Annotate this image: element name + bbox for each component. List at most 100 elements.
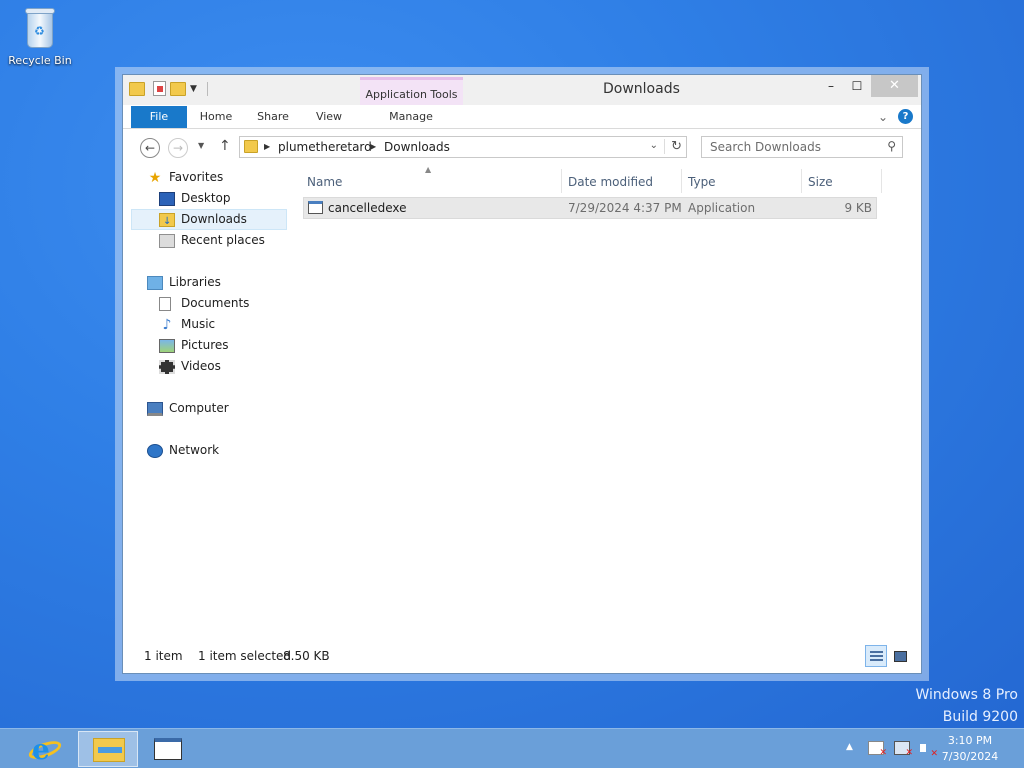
file-date-modified: 7/29/2024 4:37 PM — [568, 201, 682, 215]
minimize-button[interactable]: – — [817, 75, 845, 97]
windows-watermark: Windows 8 Pro Build 9200 — [915, 684, 1018, 728]
title-bar[interactable]: ▼ Application Tools Downloads – ☐ ✕ — [123, 75, 921, 105]
column-header-size[interactable]: Size — [808, 175, 833, 189]
help-icon[interactable]: ? — [898, 109, 913, 124]
column-divider[interactable] — [561, 169, 562, 193]
action-center-flag-icon[interactable] — [868, 741, 887, 758]
nav-item-pictures[interactable]: Pictures — [159, 335, 229, 356]
tab-share[interactable]: Share — [251, 105, 295, 129]
nav-label: Pictures — [181, 338, 229, 352]
column-divider[interactable] — [801, 169, 802, 193]
application-window-icon — [154, 738, 182, 760]
quick-access-toolbar: ▼ — [129, 81, 208, 96]
breadcrumb-downloads[interactable]: Downloads — [384, 140, 450, 154]
nav-label: Recent places — [181, 233, 265, 247]
status-item-count: 1 item — [144, 649, 183, 663]
breadcrumb-user[interactable]: plumetheretard — [278, 140, 372, 154]
nav-item-documents[interactable]: Documents — [159, 293, 249, 314]
nav-item-favorites[interactable]: ★ Favorites — [147, 167, 224, 188]
nav-item-downloads[interactable]: Downloads — [131, 209, 287, 232]
explorer-window: ▼ Application Tools Downloads – ☐ ✕ File… — [122, 74, 922, 674]
tab-manage[interactable]: Manage — [385, 105, 437, 129]
network-icon — [147, 443, 163, 458]
application-file-icon — [308, 201, 323, 214]
nav-item-computer[interactable]: Computer — [147, 398, 229, 419]
watermark-build: Build 9200 — [942, 709, 1018, 725]
watermark-edition: Windows 8 Pro — [915, 687, 1018, 703]
navigation-bar: ← → ▼ ↑ ▶ plumetheretard ▶ Downloads ⌄ ↻… — [123, 130, 921, 164]
taskbar-file-explorer[interactable] — [78, 731, 138, 767]
nav-label: Libraries — [169, 275, 221, 289]
nav-label: Favorites — [169, 170, 224, 184]
back-button[interactable]: ← — [140, 138, 160, 158]
nav-label: Downloads — [181, 212, 247, 226]
clock-date: 7/30/2024 — [941, 750, 999, 763]
address-bar[interactable]: ▶ plumetheretard ▶ Downloads ⌄ ↻ — [239, 136, 687, 158]
ribbon-controls: ⌄ ? — [878, 109, 913, 124]
details-view-button[interactable] — [865, 645, 887, 667]
documents-icon — [159, 296, 171, 311]
breadcrumb-chevron-icon[interactable]: ▶ — [370, 142, 376, 151]
search-input[interactable]: Search Downloads ⚲ — [701, 136, 903, 158]
nav-item-desktop[interactable]: Desktop — [159, 188, 231, 209]
show-hidden-icons-chevron-icon[interactable]: ▲ — [846, 742, 853, 752]
recycle-bin-icon: ♻ — [23, 6, 57, 50]
status-selection-size: 8.50 KB — [283, 649, 330, 663]
nav-item-videos[interactable]: Videos — [159, 356, 221, 377]
address-history-chevron-icon[interactable]: ⌄ — [650, 140, 658, 151]
downloads-folder-icon — [159, 211, 175, 232]
nav-label: Desktop — [181, 191, 231, 205]
breadcrumb-chevron-icon[interactable]: ▶ — [264, 142, 270, 151]
file-size: 9 KB — [844, 201, 872, 215]
new-folder-icon[interactable] — [170, 81, 186, 96]
column-header-date-modified[interactable]: Date modified — [568, 175, 653, 189]
customize-qat-chevron-icon[interactable]: ▼ — [190, 84, 197, 94]
taskbar: e ▲ 3:10 PM 7/30/2024 — [0, 728, 1024, 768]
sort-ascending-icon: ▲ — [425, 165, 432, 174]
internet-explorer-e-icon: e — [32, 733, 50, 766]
taskbar-internet-explorer[interactable]: e — [18, 731, 76, 767]
nav-label: Documents — [181, 296, 250, 310]
recent-places-icon — [159, 233, 175, 248]
column-divider[interactable] — [681, 169, 682, 193]
nav-item-network[interactable]: Network — [147, 440, 219, 461]
nav-item-libraries[interactable]: Libraries — [147, 272, 221, 293]
network-status-icon[interactable] — [894, 741, 913, 758]
desktop-icon — [159, 191, 175, 206]
search-icon[interactable]: ⚲ — [887, 139, 896, 153]
nav-label: Music — [181, 317, 216, 331]
nav-item-recent-places[interactable]: Recent places — [159, 230, 265, 251]
maximize-button[interactable]: ☐ — [843, 75, 871, 97]
column-divider[interactable] — [881, 169, 882, 193]
refresh-icon[interactable]: ↻ — [664, 139, 682, 154]
nav-label: Computer — [169, 401, 229, 415]
recycle-bin-shortcut[interactable]: ♻ Recycle Bin — [4, 6, 76, 67]
recent-locations-chevron-icon[interactable]: ▼ — [198, 141, 204, 150]
taskbar-clock[interactable]: 3:10 PM 7/30/2024 — [932, 733, 1008, 765]
ribbon-tabs: File Home Share View Manage ⌄ ? — [123, 105, 921, 129]
column-header-name[interactable]: Name — [307, 175, 342, 189]
tab-file[interactable]: File — [131, 106, 187, 128]
computer-icon — [147, 401, 163, 416]
forward-button[interactable]: → — [168, 138, 188, 158]
column-header-type[interactable]: Type — [688, 175, 716, 189]
large-icons-view-button[interactable] — [889, 645, 911, 667]
file-name: cancelledexe — [328, 201, 407, 215]
music-icon: ♪ — [162, 316, 172, 333]
tab-home[interactable]: Home — [193, 105, 239, 129]
tab-view[interactable]: View — [309, 105, 349, 129]
file-explorer-icon — [93, 738, 125, 762]
close-button[interactable]: ✕ — [871, 75, 918, 97]
window-title: Downloads — [603, 81, 680, 97]
file-type: Application — [688, 201, 756, 215]
expand-ribbon-chevron-icon[interactable]: ⌄ — [878, 110, 888, 124]
taskbar-application[interactable] — [140, 731, 198, 767]
navigation-pane: ★ Favorites Desktop Downloads Recent pla… — [131, 167, 289, 637]
nav-item-music[interactable]: ♪ Music — [159, 314, 216, 335]
star-icon: ★ — [148, 169, 162, 186]
up-button[interactable]: ↑ — [219, 138, 231, 154]
table-row[interactable]: cancelledexe 7/29/2024 4:37 PM Applicati… — [303, 197, 877, 219]
context-tab-application-tools: Application Tools — [360, 77, 463, 105]
file-list: ▲ Name Date modified Type Size cancelled… — [297, 165, 907, 637]
properties-icon[interactable] — [153, 81, 166, 96]
